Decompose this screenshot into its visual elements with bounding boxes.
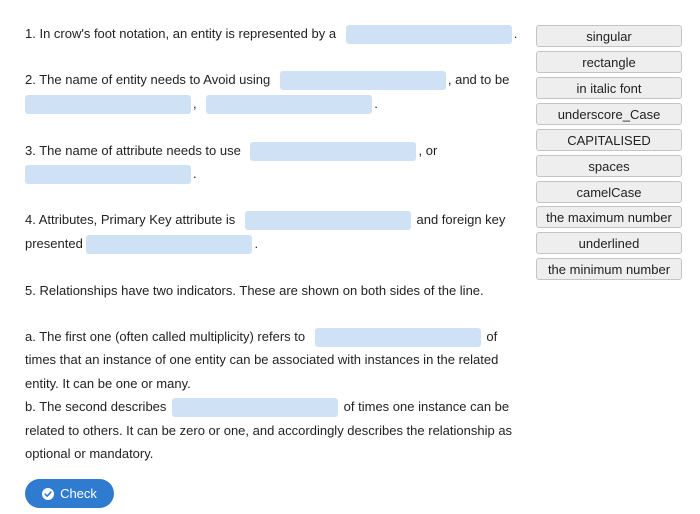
option-tile[interactable]: underlined: [536, 232, 682, 254]
question-5a-text: a. The first one (often called multiplic…: [25, 329, 306, 344]
option-tile[interactable]: in italic font: [536, 77, 682, 99]
blank-2a[interactable]: [279, 71, 446, 91]
blank-5a[interactable]: [314, 328, 481, 348]
question-3-mid: , or: [418, 143, 438, 158]
blank-2c[interactable]: [206, 95, 373, 115]
question-1-text: 1. In crow's foot notation, an entity is…: [25, 26, 337, 41]
question-5b: b. The second describes of times one ins…: [25, 395, 525, 418]
question-3-end: .: [193, 166, 197, 181]
question-4-line2-text: presented: [25, 236, 83, 251]
check-circle-icon: [42, 487, 55, 500]
question-5b-line3: optional or mandatory.: [25, 446, 154, 461]
question-4-line2: presented .: [25, 232, 525, 255]
check-button[interactable]: Check: [25, 479, 114, 508]
question-5-intro: 5. Relationships have two indicators. Th…: [25, 283, 484, 298]
option-tile[interactable]: the maximum number: [536, 206, 682, 228]
blank-3b[interactable]: [25, 165, 191, 185]
question-5b-mid: of times one instance can be: [343, 399, 510, 414]
option-tile[interactable]: CAPITALISED: [536, 129, 682, 151]
question-5a-line2: times that an instance of one entity can…: [25, 352, 499, 367]
question-5b-text: b. The second describes: [25, 399, 167, 414]
question-5a: a. The first one (often called multiplic…: [25, 325, 525, 348]
question-4: 4. Attributes, Primary Key attribute is …: [25, 208, 525, 231]
question-5a-line3: entity. It can be one or many.: [25, 376, 191, 391]
question-3: 3. The name of attribute needs to use , …: [25, 139, 525, 162]
question-4-text: 4. Attributes, Primary Key attribute is: [25, 212, 236, 227]
question-5a-of: of: [486, 329, 498, 344]
question-2: 2. The name of entity needs to Avoid usi…: [25, 68, 525, 91]
blank-4a[interactable]: [244, 211, 411, 231]
question-3-line2: .: [25, 162, 525, 185]
question-1: 1. In crow's foot notation, an entity is…: [25, 22, 525, 45]
question-1-end: .: [513, 26, 518, 41]
option-tile[interactable]: camelCase: [536, 181, 682, 203]
question-4-end: .: [254, 236, 259, 251]
blank-3a[interactable]: [250, 142, 417, 162]
question-5b-line2: related to others. It can be zero or one…: [25, 423, 513, 438]
question-2-sep: ,: [193, 96, 197, 111]
question-2-line2: , .: [25, 92, 525, 115]
question-3-text: 3. The name of attribute needs to use: [25, 143, 241, 158]
option-tile[interactable]: the minimum number: [536, 258, 682, 280]
option-tile[interactable]: rectangle: [536, 51, 682, 73]
option-tile[interactable]: underscore_Case: [536, 103, 682, 125]
option-tile[interactable]: singular: [536, 25, 682, 47]
question-2-text: 2. The name of entity needs to Avoid usi…: [25, 72, 271, 87]
question-4-mid: and foreign key: [416, 212, 506, 227]
question-2-end: .: [374, 96, 378, 111]
blank-1[interactable]: [345, 25, 512, 45]
blank-2b[interactable]: [25, 95, 191, 115]
question-2-mid: , and to be: [447, 72, 510, 87]
blank-5b[interactable]: [172, 398, 339, 418]
option-tile[interactable]: spaces: [536, 155, 682, 177]
check-button-label: Check: [60, 486, 97, 501]
blank-4b[interactable]: [86, 235, 253, 255]
